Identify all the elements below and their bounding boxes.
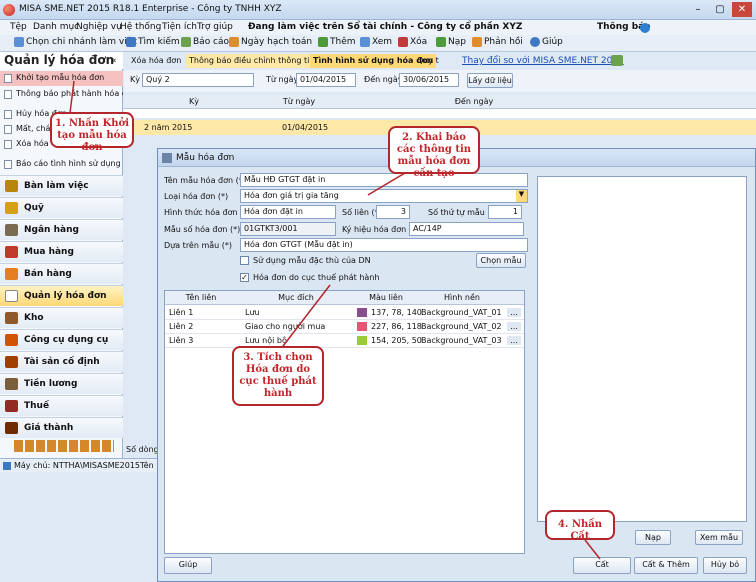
callout-step-3: 3. Tích chọn Hóa đơn do cục thuế phát hà… — [232, 346, 324, 406]
callout-step-2: 2. Khai báo các thông tin mẫu hóa đơn cầ… — [388, 126, 480, 179]
callout-arrows — [69, 80, 601, 560]
callout-step-1: 1. Nhấn Khởi tạo mẫu hóa đơn — [50, 112, 134, 153]
callout-step-4: 4. Nhấn Cất — [545, 510, 615, 542]
